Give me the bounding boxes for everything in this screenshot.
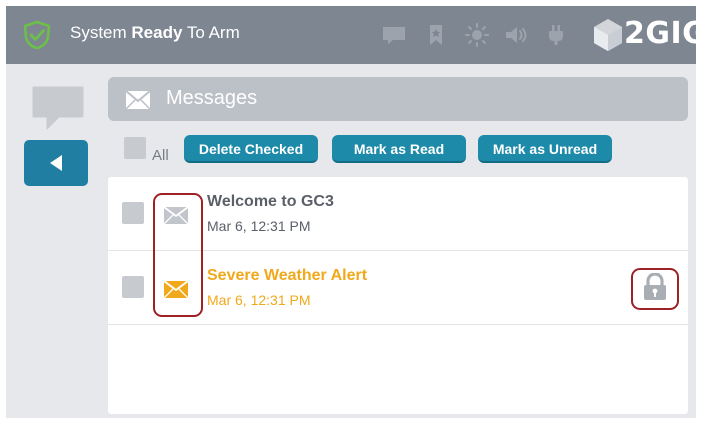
select-all-label: All [152,147,169,164]
message-subject: Severe Weather Alert [207,267,368,284]
status-bar: System Ready To Arm 2GIG [6,6,696,64]
brand-logo: 2GIG [624,16,696,51]
message-subject: Welcome to GC3 [207,193,334,210]
system-status-text[interactable]: System Ready To Arm [70,23,240,43]
shield-check-icon[interactable] [22,20,52,50]
back-arrow-icon [50,155,62,171]
status-prefix: System [70,23,132,42]
envelope-icon [126,91,150,109]
annotation-highlight-lock [631,268,679,310]
mark-as-unread-button[interactable]: Mark as Unread [478,135,612,163]
message-date: Mar 6, 12:31 PM [207,218,311,234]
brightness-icon[interactable] [464,22,490,48]
volume-icon[interactable] [503,22,529,48]
chat-icon[interactable] [381,22,407,48]
mark-as-read-button[interactable]: Mark as Read [332,135,466,163]
page-title: Messages [166,87,258,109]
message-checkbox[interactable] [122,202,144,224]
status-bold: Ready [131,23,183,42]
annotation-highlight-envelopes [153,193,203,317]
messages-header: Messages [108,77,688,121]
back-button[interactable] [24,140,88,186]
select-all-checkbox[interactable] [124,137,146,159]
chat-icon[interactable] [30,84,86,132]
message-date: Mar 6, 12:31 PM [207,292,311,308]
delete-checked-button[interactable]: Delete Checked [184,135,318,163]
status-suffix: To Arm [182,23,240,42]
bookmark-icon[interactable] [423,22,449,48]
touchscreen: System Ready To Arm 2GIG Messages All De… [6,6,696,418]
message-checkbox[interactable] [122,276,144,298]
power-plug-icon[interactable] [543,22,569,48]
